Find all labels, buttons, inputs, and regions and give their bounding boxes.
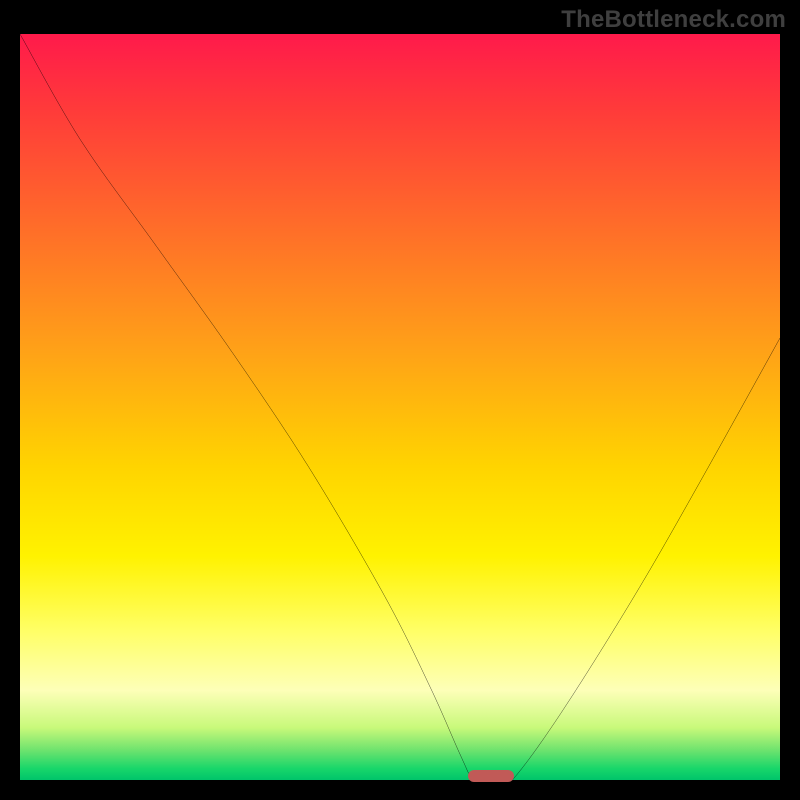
- curve-path: [20, 34, 780, 794]
- plot-area: [20, 34, 780, 780]
- chart-frame: TheBottleneck.com: [0, 0, 800, 800]
- bottleneck-curve: [20, 34, 780, 794]
- watermark-text: TheBottleneck.com: [561, 6, 786, 34]
- bottleneck-min-marker: [468, 770, 514, 782]
